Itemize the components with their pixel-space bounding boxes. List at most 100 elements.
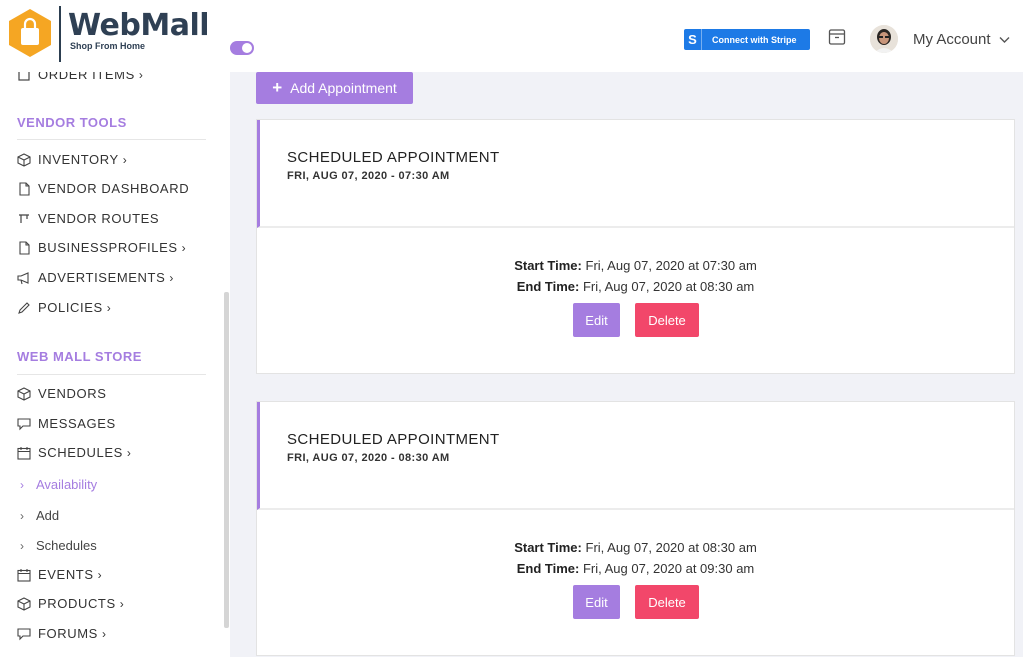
edit-button[interactable]: Edit — [573, 585, 620, 619]
appointment-header: SCHEDULED APPOINTMENT FRI, AUG 07, 2020 … — [257, 120, 1014, 228]
chat-bubble-icon — [17, 627, 31, 640]
appointment-card: SCHEDULED APPOINTMENT FRI, AUG 07, 2020 … — [256, 401, 1015, 656]
appointment-body: Start Time: Fri, Aug 07, 2020 at 07:30 a… — [257, 228, 1014, 373]
sidebar-item-label: ORDER ITEMS — [38, 72, 135, 82]
sidebar-item-schedules[interactable]: SCHEDULES › — [17, 445, 131, 460]
sidebar-item-policies[interactable]: POLICIES › — [17, 300, 111, 315]
appointment-title: SCHEDULED APPOINTMENT — [287, 149, 500, 166]
webmall-logo[interactable]: WebMall Shop From Home — [8, 6, 210, 62]
sidebar-item-label: BUSINESSPROFILES — [38, 240, 178, 255]
delete-button[interactable]: Delete — [635, 585, 699, 619]
sidebar-item-label: SCHEDULES — [38, 445, 123, 460]
chevron-right-icon: › — [20, 538, 24, 553]
edit-button[interactable]: Edit — [573, 303, 620, 337]
sidebar-item-order-items[interactable]: ORDER ITEMS › — [17, 72, 144, 82]
appointment-title: SCHEDULED APPOINTMENT — [287, 431, 500, 448]
sidebar-item-label: VENDOR DASHBOARD — [38, 181, 190, 196]
start-time-row: Start Time: Fri, Aug 07, 2020 at 07:30 a… — [257, 258, 1014, 273]
start-time-value: Fri, Aug 07, 2020 at 07:30 am — [585, 258, 757, 273]
chevron-right-icon: › — [20, 477, 24, 492]
section-heading-vendor-tools: VENDOR TOOLS — [17, 115, 127, 130]
pencil-icon — [18, 301, 30, 314]
sidebar-item-vendor-dashboard[interactable]: VENDOR DASHBOARD — [17, 181, 189, 196]
start-time-label: Start Time: — [514, 258, 582, 273]
appointment-header: SCHEDULED APPOINTMENT FRI, AUG 07, 2020 … — [257, 402, 1014, 510]
plus-icon: + — [272, 78, 283, 97]
sidebar-item-label: POLICIES — [38, 300, 103, 315]
sidebar-item-vendor-routes[interactable]: VENDOR ROUTES — [17, 211, 159, 226]
theme-toggle[interactable] — [230, 41, 254, 55]
brand-name: WebMall — [68, 8, 210, 43]
section-divider — [17, 374, 206, 375]
sub-item-add[interactable]: › Add — [20, 508, 59, 523]
sidebar-item-events[interactable]: EVENTS › — [17, 567, 102, 582]
stripe-label: Connect with Stripe — [712, 34, 797, 45]
stripe-icon: S — [684, 29, 702, 50]
sidebar-item-advertisements[interactable]: ADVERTISEMENTS › — [17, 270, 174, 285]
sidebar-scrollbar[interactable] — [224, 292, 229, 628]
add-appointment-label: Add Appointment — [290, 80, 397, 96]
my-account-menu[interactable]: My Account — [913, 31, 1010, 48]
sub-item-label: Availability — [36, 477, 98, 492]
calendar-icon — [17, 568, 31, 582]
chevron-right-icon: › — [119, 596, 125, 611]
add-appointment-button[interactable]: + Add Appointment — [256, 72, 413, 104]
sidebar-item-forums[interactable]: FORUMS › — [17, 626, 107, 641]
end-time-row: End Time: Fri, Aug 07, 2020 at 08:30 am — [257, 279, 1014, 294]
end-time-row: End Time: Fri, Aug 07, 2020 at 09:30 am — [257, 561, 1014, 576]
sidebar-item-messages[interactable]: MESSAGES — [17, 416, 116, 431]
account-label: My Account — [913, 31, 991, 48]
archive-box-icon[interactable] — [828, 28, 846, 46]
start-time-value: Fri, Aug 07, 2020 at 08:30 am — [585, 540, 757, 555]
sidebar-item-label: VENDORS — [38, 386, 107, 401]
end-time-value: Fri, Aug 07, 2020 at 09:30 am — [582, 561, 755, 576]
sidebar-item-label: PRODUCTS — [38, 596, 116, 611]
chevron-right-icon: › — [122, 152, 128, 167]
start-time-label: Start Time: — [514, 540, 582, 555]
calendar-icon — [17, 446, 31, 460]
connect-stripe-button[interactable]: S Connect with Stripe — [684, 29, 810, 50]
cube-icon — [17, 386, 31, 401]
end-time-label: End Time: — [516, 561, 580, 576]
chevron-right-icon: › — [106, 300, 112, 315]
square-icon — [18, 72, 30, 81]
sidebar: ORDER ITEMS › VENDOR TOOLS INVENTORY › VEN… — [0, 72, 230, 657]
chevron-right-icon: › — [20, 508, 24, 523]
route-icon — [19, 213, 29, 223]
appointment-date: FRI, AUG 07, 2020 - 08:30 AM — [287, 452, 450, 464]
end-time-value: Fri, Aug 07, 2020 at 08:30 am — [582, 279, 755, 294]
end-time-label: End Time: — [516, 279, 580, 294]
appointment-date: FRI, AUG 07, 2020 - 07:30 AM — [287, 170, 450, 182]
chat-bubble-icon — [17, 417, 31, 430]
user-avatar[interactable] — [870, 25, 898, 53]
start-time-row: Start Time: Fri, Aug 07, 2020 at 08:30 a… — [257, 540, 1014, 555]
sidebar-item-label: INVENTORY — [38, 152, 119, 167]
sub-item-schedules[interactable]: › Schedules — [20, 538, 97, 553]
sidebar-item-label: FORUMS — [38, 626, 98, 641]
sub-item-availability[interactable]: › Availability — [20, 477, 97, 492]
sub-item-label: Schedules — [36, 538, 97, 553]
cube-icon — [17, 152, 31, 167]
logo-divider — [59, 6, 61, 62]
section-divider — [17, 139, 206, 140]
document-icon — [19, 240, 30, 255]
chevron-right-icon: › — [181, 240, 187, 255]
appointment-body: Start Time: Fri, Aug 07, 2020 at 08:30 a… — [257, 510, 1014, 655]
delete-button[interactable]: Delete — [635, 303, 699, 337]
brand-tagline: Shop From Home — [70, 41, 146, 51]
chevron-right-icon: › — [97, 567, 103, 582]
sidebar-item-label: ADVERTISEMENTS — [38, 270, 166, 285]
sidebar-item-inventory[interactable]: INVENTORY › — [17, 152, 127, 167]
chevron-right-icon: › — [138, 72, 144, 82]
sidebar-item-businessprofiles[interactable]: BUSINESSPROFILES › — [17, 240, 186, 255]
appointment-card: SCHEDULED APPOINTMENT FRI, AUG 07, 2020 … — [256, 119, 1015, 374]
shopping-bag-logo-icon — [9, 9, 51, 57]
sidebar-item-products[interactable]: PRODUCTS › — [17, 596, 124, 611]
chevron-right-icon: › — [101, 626, 107, 641]
cube-icon — [17, 596, 31, 611]
sidebar-item-label: MESSAGES — [38, 416, 116, 431]
megaphone-icon — [17, 271, 29, 284]
sidebar-item-label: EVENTS — [38, 567, 94, 582]
sidebar-item-vendors[interactable]: VENDORS — [17, 386, 107, 401]
top-bar: WebMall Shop From Home S Connect with St… — [0, 0, 1023, 72]
